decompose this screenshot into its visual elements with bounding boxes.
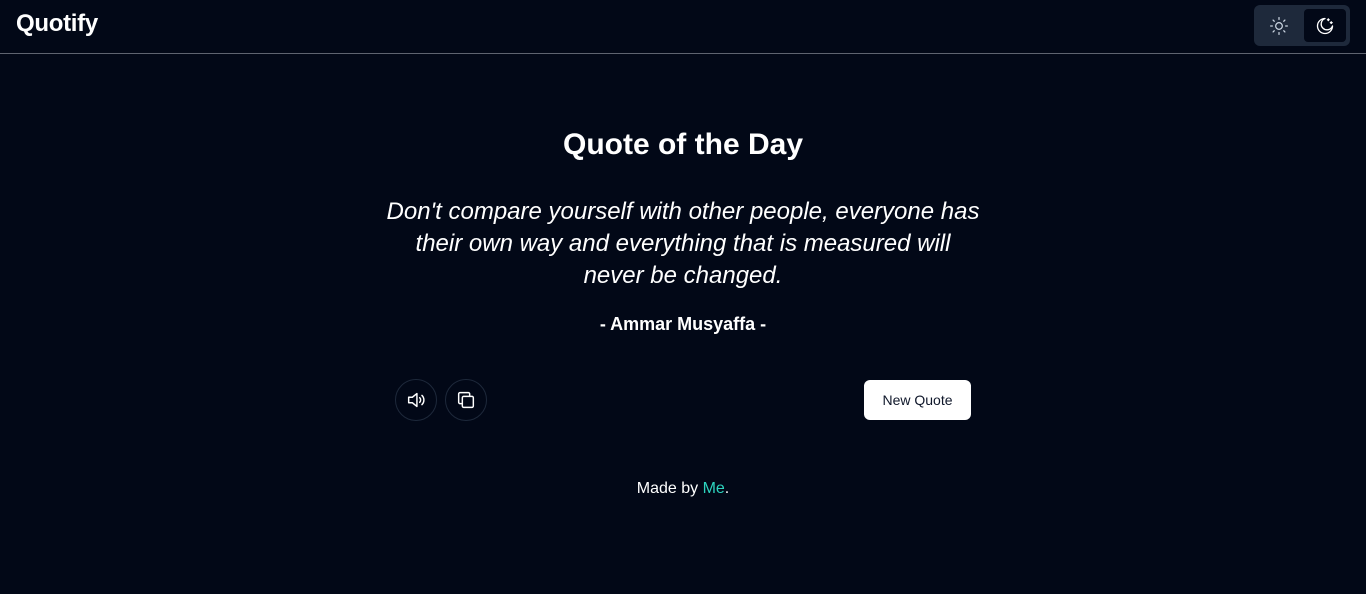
light-theme-button[interactable] xyxy=(1258,9,1300,42)
dark-theme-button[interactable] xyxy=(1304,9,1346,42)
footer-suffix: . xyxy=(724,480,730,497)
moon-icon xyxy=(1316,17,1334,34)
footer-author-link[interactable]: Me xyxy=(703,480,725,497)
quote-author: - Ammar Musyaffa - xyxy=(599,314,767,334)
speak-button[interactable] xyxy=(395,379,437,421)
brand-logo[interactable]: Quotify xyxy=(16,10,98,38)
top-navbar: Quotify xyxy=(0,0,1366,54)
sun-icon xyxy=(1270,16,1288,35)
copy-icon xyxy=(457,391,475,409)
speaker-icon xyxy=(407,392,425,408)
page-title: Quote of the Day xyxy=(562,128,803,161)
theme-toggle xyxy=(1254,5,1350,46)
copy-button[interactable] xyxy=(445,379,487,421)
quote-text: Don't compare yourself with other people… xyxy=(386,198,980,289)
footer: Made by Me. xyxy=(0,480,1366,498)
new-quote-button[interactable]: New Quote xyxy=(864,380,971,420)
footer-prefix: Made by xyxy=(636,480,703,497)
